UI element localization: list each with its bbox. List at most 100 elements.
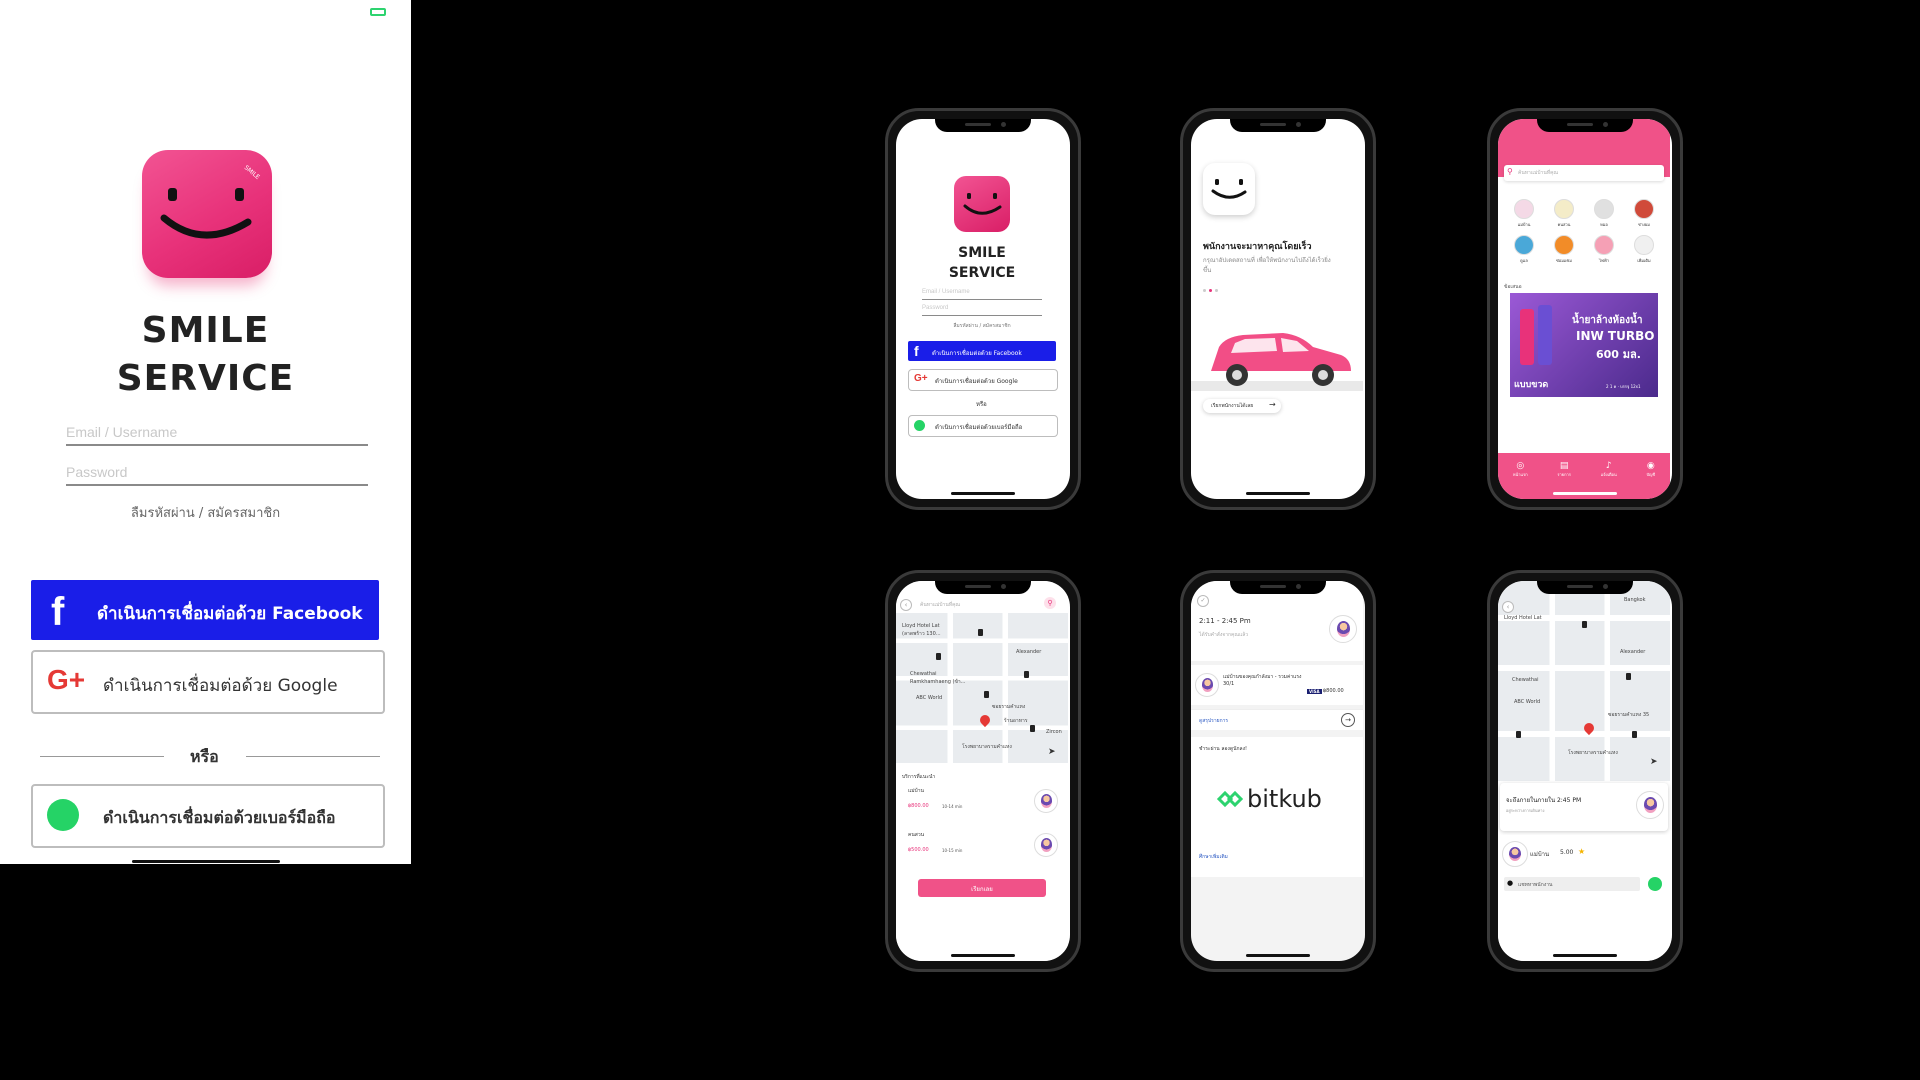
email-field[interactable]: Email / Username xyxy=(922,289,1042,300)
phone-receipt: ✓ 2:11 - 2:45 Pm ได้รับคำสั่งจากคุณแล้ว … xyxy=(1180,570,1376,972)
learn-more-link[interactable]: ศึกษาเพิ่มเติม xyxy=(1199,853,1228,861)
worker-avatar xyxy=(1636,791,1664,819)
divider-left xyxy=(40,756,164,757)
search-input[interactable]: ⚲ ค้นหาแม่บ้านที่คุณ xyxy=(1504,165,1664,181)
map-label: ซอยรามคำแหง 35 xyxy=(1608,712,1650,718)
onboarding-body: กรุณาอัปเดตสถานที่ เพื่อให้พนักงานไปถึงไ… xyxy=(1203,257,1331,274)
bitkub-logo-icon xyxy=(1216,789,1244,813)
map-label: Chewathai xyxy=(1512,677,1539,683)
map-view[interactable]: ‹ Lloyd Hotel Lat Bangkok Chewathai ABC … xyxy=(1498,581,1670,781)
star-icon: ★ xyxy=(1578,847,1586,856)
promo-banner[interactable]: น้ำยาล้างห้องน้ำ INW TURBO 600 มล. แบบขว… xyxy=(1510,293,1658,397)
phone-login-button[interactable]: ดำเนินการเชื่อมต่อด้วยเบอร์มือถือ xyxy=(31,784,385,848)
car-icon xyxy=(1582,621,1587,628)
facebook-login-button[interactable]: f ดำเนินการเชื่อมต่อด้วย Facebook xyxy=(31,580,379,640)
category-item[interactable]: หมอ xyxy=(1584,197,1624,233)
category-item[interactable]: ช่างผม xyxy=(1624,197,1664,233)
facebook-icon: f xyxy=(51,590,65,634)
list-tab-icon: ▤ xyxy=(1559,461,1569,471)
map-label: ABC World xyxy=(1514,699,1541,705)
category-item[interactable]: เพิ่มเติม xyxy=(1624,233,1664,269)
google-login-button[interactable]: G+ ดำเนินการเชื่อมต่อด้วย Google xyxy=(908,369,1058,391)
map-label: ซอยรามคำแหง xyxy=(992,704,1026,710)
back-icon[interactable]: ‹ xyxy=(1502,601,1514,613)
bell-tab-icon: ♪ xyxy=(1605,461,1612,471)
category-item[interactable]: ไฟฟ้า xyxy=(1584,233,1624,269)
facebook-login-button[interactable]: f ดำเนินการเชื่อมต่อด้วย Facebook xyxy=(908,341,1056,361)
facebook-button-label: ดำเนินการเชื่อมต่อด้วย Facebook xyxy=(932,350,1022,357)
phone-tracking: ‹ Lloyd Hotel Lat Bangkok Chewathai ABC … xyxy=(1487,570,1683,972)
ad-tag: แบบขวด xyxy=(1514,380,1549,390)
account-tab-icon: ◉ xyxy=(1646,461,1655,471)
map-label: Zircon xyxy=(1046,729,1062,735)
back-icon[interactable]: ‹ xyxy=(900,599,912,611)
category-item[interactable]: แม่บ้าน xyxy=(1504,197,1544,233)
facebook-button-label: ดำเนินการเชื่อมต่อด้วย Facebook xyxy=(97,604,363,624)
onboarding-heading: พนักงานจะมาหาคุณโดยเร็ว xyxy=(1203,242,1312,252)
phone-button-label: ดำเนินการเชื่อมต่อด้วยเบอร์มือถือ xyxy=(935,424,1023,431)
category-icon xyxy=(1514,199,1534,219)
service-name: คนสวน xyxy=(908,832,925,838)
home-tab-icon: ◎ xyxy=(1516,461,1525,471)
google-login-button[interactable]: G+ ดำเนินการเชื่อมต่อด้วย Google xyxy=(31,650,385,714)
payment-heading: ชำระผ่าน ลองดูนักลง! xyxy=(1199,746,1248,752)
service-row[interactable]: คนสวน ฿500.00 10-15 min xyxy=(896,829,1068,869)
worker-rating: 5.00 xyxy=(1560,849,1574,856)
summary-row[interactable]: ดูสรุปรายการ → xyxy=(1191,709,1363,730)
phone-button-label: ดำเนินการเชื่อมต่อด้วยเบอร์มือถือ xyxy=(103,808,336,827)
phone-map-select: ‹ ค้นหาแม่บ้านที่คุณ ⚲ Lloyd Hotel Lat (… xyxy=(885,570,1081,972)
category-item[interactable]: ดูแล xyxy=(1504,233,1544,269)
forgot-register-link[interactable]: ลืมรหัสผ่าน / สมัครสมาชิก xyxy=(0,502,411,523)
google-button-label: ดำเนินการเชื่อมต่อด้วย Google xyxy=(935,378,1018,385)
map-label: Lloyd Hotel Lat xyxy=(902,623,940,629)
password-field[interactable]: Password xyxy=(66,464,368,486)
email-field[interactable]: Email / Username xyxy=(66,424,368,446)
category-icon xyxy=(1554,199,1574,219)
service-eta: 10-14 min xyxy=(942,804,963,809)
forgot-register-link[interactable]: ลืมรหัสผ่าน / สมัครสมาชิก xyxy=(896,322,1068,330)
tab-3[interactable]: ◉ บัญชี xyxy=(1646,461,1655,499)
smile-logo-icon xyxy=(954,176,1010,232)
car-icon xyxy=(1626,673,1631,680)
close-icon[interactable]: ✓ xyxy=(1197,595,1209,607)
svg-text:SMILE: SMILE xyxy=(243,164,261,181)
category-label: หมอ xyxy=(1600,222,1608,227)
chat-input[interactable]: ● แชทหาพนักงาน xyxy=(1504,877,1640,891)
car-icon xyxy=(936,653,941,660)
map-label: (ลาดพร้าว 130... xyxy=(902,631,941,637)
home-indicator xyxy=(132,860,280,863)
navigation-arrow-icon[interactable]: ➤ xyxy=(1048,747,1056,757)
service-row[interactable]: แม่บ้าน ฿800.00 10-14 min xyxy=(896,785,1068,825)
password-field[interactable]: Password xyxy=(922,305,1042,316)
worker-avatar xyxy=(1195,673,1219,697)
tab-0[interactable]: ◎ หน้าแรก xyxy=(1513,461,1528,499)
smile-logo-icon xyxy=(1203,163,1255,215)
call-staff-label: เรียกพนักงานได้เลย xyxy=(1211,403,1254,409)
search-icon[interactable]: ⚲ xyxy=(1044,597,1056,609)
order-summary-card: แม่บ้านของคุณกำลังมา - รวมค่าแรง 30/1 VI… xyxy=(1191,665,1363,705)
app-name-line2: SERVICE xyxy=(948,265,1016,281)
category-label: ช่างผม xyxy=(1638,222,1650,227)
app-name-line1: SMILE xyxy=(958,245,1006,261)
facebook-icon: f xyxy=(914,343,919,359)
confirm-button[interactable]: เรียกเลย xyxy=(918,879,1046,897)
or-label: หรือ xyxy=(976,401,987,408)
category-icon xyxy=(1594,235,1614,255)
map-view[interactable]: Lloyd Hotel Lat (ลาดพร้าว 130... Chewath… xyxy=(896,613,1068,763)
app-name-line1: SMILE xyxy=(141,310,270,351)
category-grid: แม่บ้าน คนสวน หมอ ช่างผมดูแล ซ่อมแซม ไฟฟ้า เพิ… xyxy=(1504,197,1664,269)
category-item[interactable]: คนสวน xyxy=(1544,197,1584,233)
tab-label: รายการ xyxy=(1557,472,1571,477)
category-item[interactable]: ซ่อมแซม xyxy=(1544,233,1584,269)
phone-login-button[interactable]: ดำเนินการเชื่อมต่อด้วยเบอร์มือถือ xyxy=(908,415,1058,437)
category-label: ซ่อมแซม xyxy=(1556,258,1572,263)
service-eta: 10-15 min xyxy=(942,848,963,853)
call-staff-button[interactable]: เรียกพนักงานได้เลย → xyxy=(1203,399,1281,413)
search-placeholder[interactable]: ค้นหาแม่บ้านที่คุณ xyxy=(920,601,960,609)
navigation-arrow-icon[interactable]: ➤ xyxy=(1650,757,1658,767)
whatsapp-icon[interactable] xyxy=(1648,877,1662,891)
bottle-image xyxy=(1538,305,1552,365)
category-icon xyxy=(1634,235,1654,255)
chat-placeholder: แชทหาพนักงาน xyxy=(1518,882,1553,888)
category-label: เพิ่มเติม xyxy=(1637,258,1651,263)
